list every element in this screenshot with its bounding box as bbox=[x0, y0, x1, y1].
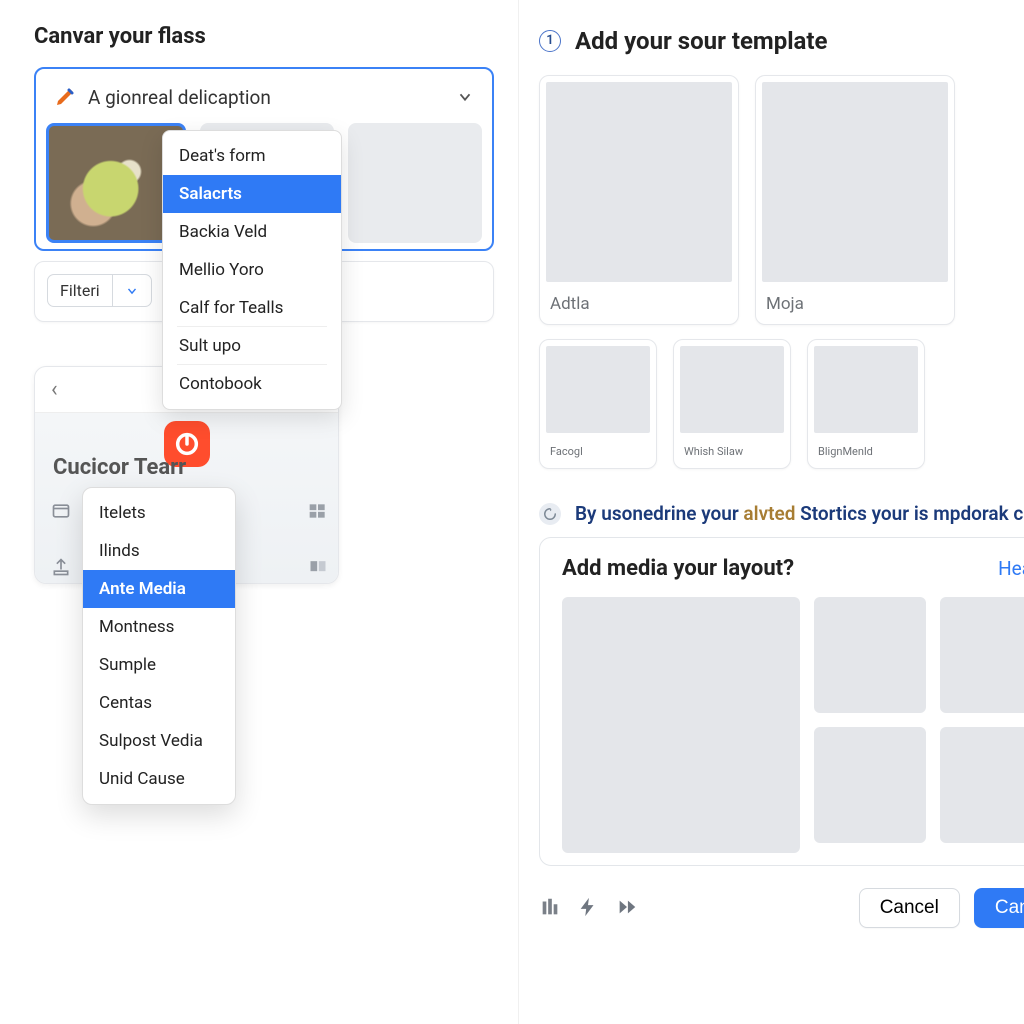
bolt-icon[interactable] bbox=[577, 896, 601, 920]
selector-label: A gionreal delicaption bbox=[88, 86, 271, 109]
cards-icon bbox=[306, 557, 326, 577]
thumbnail[interactable] bbox=[348, 123, 482, 243]
dropdown-item[interactable]: Backia Veld bbox=[163, 213, 341, 251]
layout-cell[interactable] bbox=[814, 597, 926, 713]
step-badge-1: 1 bbox=[539, 30, 561, 52]
dropdown-item[interactable]: Salacrts bbox=[163, 175, 341, 213]
layout-cell[interactable] bbox=[940, 597, 1024, 713]
heal-link[interactable]: Healid bbox=[998, 557, 1024, 580]
media-dropdown[interactable]: IteletsIlindsAnte MediaMontnessSumpleCen… bbox=[82, 487, 236, 805]
pencil-icon bbox=[54, 85, 78, 109]
template-row-1: Adtla Moja bbox=[539, 75, 1024, 325]
dropdown-item[interactable]: Sulpost Vedia bbox=[83, 722, 235, 760]
layout-cell[interactable] bbox=[940, 727, 1024, 843]
filter-button[interactable]: Filteri bbox=[47, 274, 152, 307]
dropdown-item[interactable]: Mellio Yoro bbox=[163, 251, 341, 289]
section-title: Add your sour template bbox=[575, 27, 827, 55]
template-caption: BlignMenld bbox=[808, 439, 924, 468]
template-card[interactable]: Adtla bbox=[539, 75, 739, 325]
dropdown-item[interactable]: Calf for Tealls bbox=[163, 289, 341, 327]
dropdown-item[interactable]: Centas bbox=[83, 684, 235, 722]
skip-icon[interactable] bbox=[615, 896, 639, 920]
dropdown-item[interactable]: Sult upo bbox=[163, 327, 341, 365]
dropdown-item[interactable]: Unid Cause bbox=[83, 760, 235, 798]
chevron-down-icon bbox=[456, 88, 474, 106]
dropdown-item[interactable]: Ante Media bbox=[83, 570, 235, 608]
dropdown-item[interactable]: Montness bbox=[83, 608, 235, 646]
section2-text: By usonedrine your alvted Stortics your … bbox=[575, 501, 1024, 527]
dropdown-item[interactable]: Itelets bbox=[83, 494, 235, 532]
layout-cell-large[interactable] bbox=[562, 597, 800, 853]
template-card[interactable]: Moja bbox=[755, 75, 955, 325]
grid-icon bbox=[306, 501, 326, 521]
dropdown-item[interactable]: Contobook bbox=[163, 365, 341, 403]
template-caption: Whish Silaw bbox=[674, 439, 790, 468]
template-card[interactable]: Whish Silaw bbox=[673, 339, 791, 469]
step-dot-2 bbox=[539, 503, 561, 525]
back-icon[interactable]: ‹ bbox=[51, 377, 58, 402]
bars-icon[interactable] bbox=[539, 896, 563, 920]
page-title: Canvar your flass bbox=[34, 24, 494, 49]
upload-icon bbox=[51, 557, 71, 577]
filter-button-label: Filteri bbox=[48, 275, 112, 306]
window-icon bbox=[51, 501, 71, 521]
template-card[interactable]: BlignMenld bbox=[807, 339, 925, 469]
cancel-button[interactable]: Cancel bbox=[859, 888, 960, 928]
dropdown-item[interactable]: Sumple bbox=[83, 646, 235, 684]
layout-heading: Add media your layout? bbox=[562, 556, 794, 581]
chevron-down-icon[interactable] bbox=[112, 275, 151, 306]
dropdown-item[interactable]: Ilinds bbox=[83, 532, 235, 570]
cancel-button-primary[interactable]: Cancel bbox=[974, 888, 1024, 928]
template-caption: Facogl bbox=[540, 439, 656, 468]
preview-title: Cucicor Tearr bbox=[53, 455, 186, 480]
dropdown-item[interactable]: Deat's form bbox=[163, 137, 341, 175]
template-caption: Moja bbox=[756, 288, 954, 324]
layout-cell[interactable] bbox=[814, 727, 926, 843]
category-dropdown[interactable]: Deat's formSalacrtsBackia VeldMellio Yor… bbox=[162, 130, 342, 410]
template-caption: Adtla bbox=[540, 288, 738, 324]
template-card[interactable]: Facogl bbox=[539, 339, 657, 469]
template-row-2: Facogl Whish Silaw BlignMenld bbox=[539, 339, 1024, 469]
layout-card: Add media your layout? Healid bbox=[539, 537, 1024, 866]
